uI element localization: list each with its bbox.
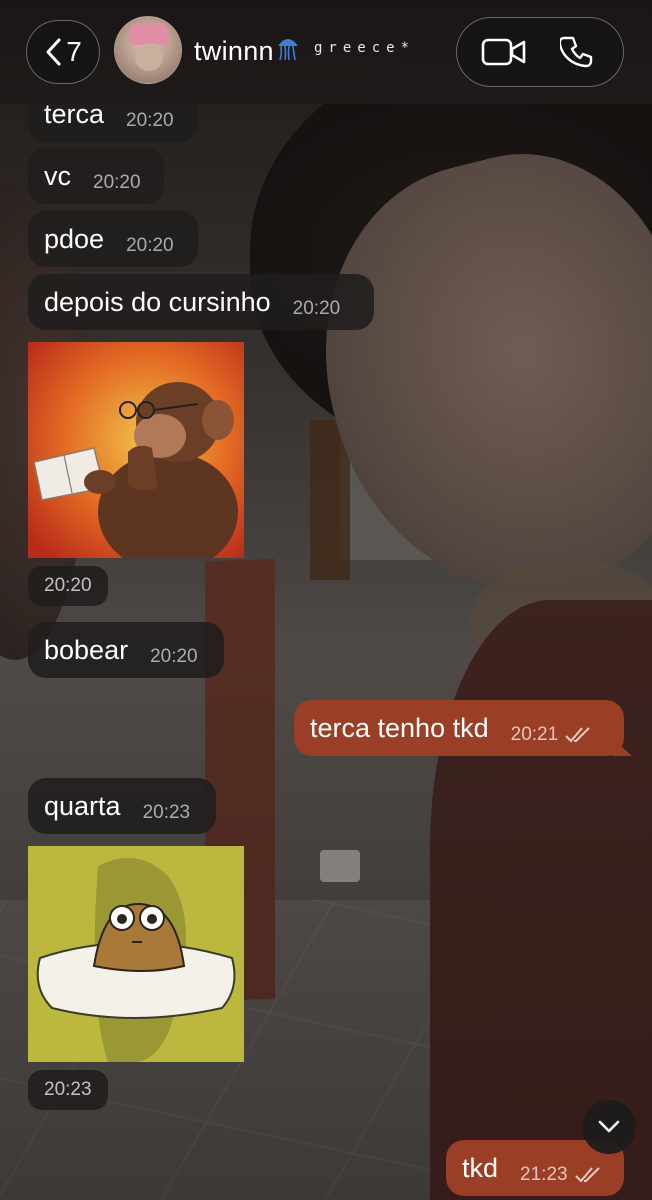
double-check-icon [565, 727, 590, 743]
avatar[interactable] [114, 16, 182, 84]
message-list[interactable]: terca 20:20 vc 20:20 pdoe 20:20 depois d… [0, 0, 652, 1200]
unread-count: 7 [66, 36, 82, 67]
message-text: pdoe [44, 223, 105, 254]
voice-call-button[interactable] [551, 26, 603, 78]
message-text: vc [44, 160, 71, 191]
message-time: 20:20 [93, 172, 141, 193]
message-text: quarta [44, 790, 121, 821]
message-time: 21:23 [520, 1164, 568, 1185]
video-call-button[interactable] [478, 26, 530, 78]
sticker-pou-pillow[interactable] [28, 846, 244, 1062]
message-bubble[interactable]: pdoe 20:20 [28, 211, 198, 267]
chevron-left-icon [46, 38, 61, 66]
contact-name[interactable]: twinnn [194, 36, 274, 67]
scroll-to-bottom-button[interactable] [582, 1100, 636, 1154]
message-text: tkd [462, 1152, 499, 1183]
video-camera-icon [481, 38, 525, 66]
back-button[interactable]: 7 [26, 20, 100, 84]
message-time: 20:20 [150, 646, 198, 667]
double-check-icon [574, 1167, 600, 1183]
message-time: 20:23 [142, 802, 191, 823]
message-time: 20:20 [126, 110, 174, 131]
contact-status: greece* [314, 40, 416, 56]
sticker-monkey-reading[interactable] [28, 342, 244, 558]
message-text: bobear [44, 634, 129, 665]
sticker-time: 20:20 [28, 566, 108, 606]
jellyfish-icon [278, 39, 298, 61]
chat-header: 7 twinnn greece* [0, 0, 652, 104]
chevron-down-icon [598, 1120, 620, 1133]
phone-icon [559, 36, 592, 68]
message-bubble[interactable]: bobear 20:20 [28, 622, 224, 678]
message-time: 20:21 [510, 724, 559, 745]
message-bubble-outgoing[interactable]: terca tenho tkd 20:21 [294, 700, 632, 756]
message-text: depois do cursinho [44, 286, 271, 317]
message-bubble[interactable]: vc 20:20 [28, 148, 164, 204]
call-actions [456, 17, 624, 87]
message-bubble[interactable]: depois do cursinho 20:20 [28, 274, 374, 330]
message-time: 20:20 [126, 235, 174, 256]
sticker-time: 20:23 [28, 1070, 108, 1110]
message-time: 20:20 [292, 298, 341, 319]
message-text: terca [44, 98, 105, 129]
message-bubble[interactable]: quarta 20:23 [28, 778, 216, 834]
message-text: terca tenho tkd [310, 712, 489, 743]
